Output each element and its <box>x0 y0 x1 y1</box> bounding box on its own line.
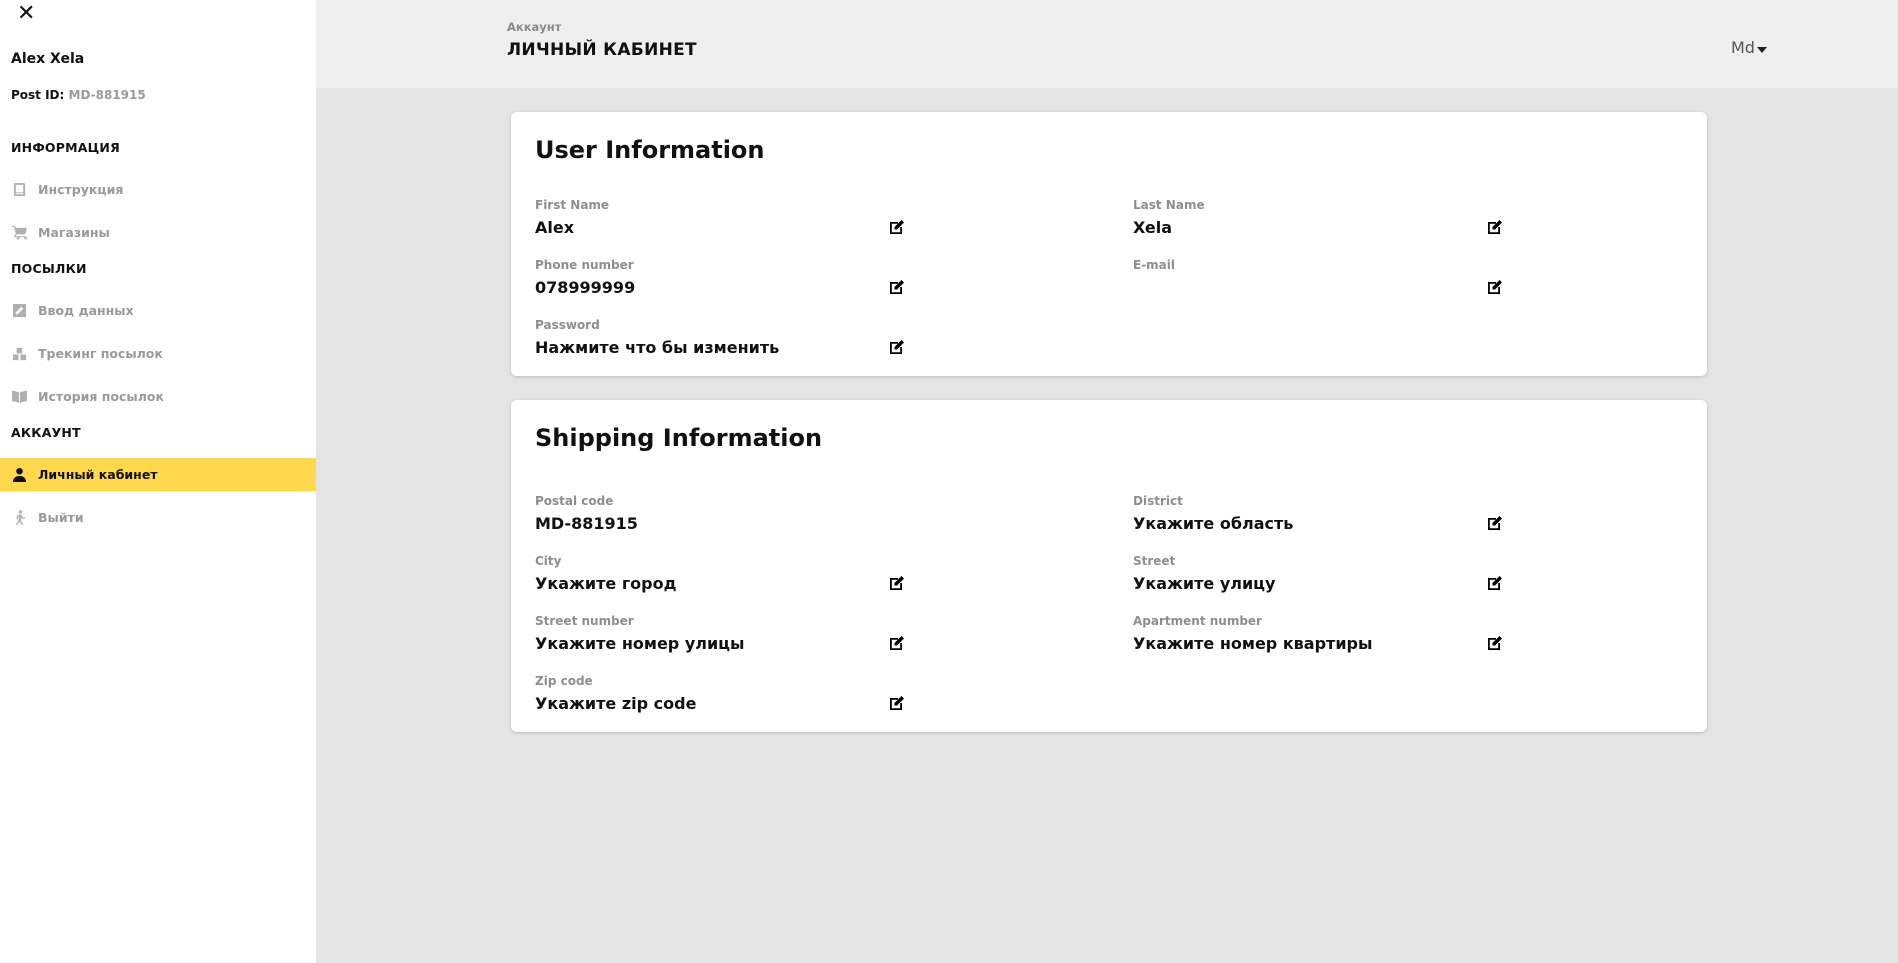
field-label: Postal code <box>535 494 614 508</box>
edit-icon[interactable] <box>1487 279 1503 295</box>
edit-icon[interactable] <box>1487 515 1503 531</box>
sidebar-item-label: Инструкция <box>38 182 124 197</box>
field-label: City <box>535 554 562 568</box>
field-password: Password Нажмите что бы изменить <box>535 318 925 358</box>
sidebar: ✕ Alex Xela Post ID: MD-881915 ИНФОРМАЦИ… <box>0 0 316 963</box>
field-label: Street <box>1133 554 1176 568</box>
sidebar-item-shops[interactable]: Магазины <box>0 216 316 249</box>
field-postal-code: Postal code MD-881915 <box>535 494 925 534</box>
walk-icon <box>11 510 27 526</box>
field-value: 078999999 <box>535 278 636 297</box>
field-phone: Phone number 078999999 <box>535 258 925 298</box>
field-city: City Укажите город <box>535 554 925 594</box>
sidebar-item-label: Выйти <box>38 510 84 525</box>
field-street-number: Street number Укажите номер улицы <box>535 614 925 654</box>
edit-icon <box>11 303 27 319</box>
sidebar-item-account[interactable]: Личный кабинет <box>0 458 316 491</box>
shipping-information-card: Shipping Information Postal code MD-8819… <box>511 400 1707 732</box>
section-title-info: ИНФОРМАЦИЯ <box>11 140 120 155</box>
book-icon <box>11 182 27 198</box>
post-id: Post ID: MD-881915 <box>11 88 146 102</box>
edit-icon[interactable] <box>1487 575 1503 591</box>
field-email: E-mail <box>1133 258 1523 298</box>
sidebar-item-label: Личный кабинет <box>38 467 158 482</box>
field-label: Last Name <box>1133 198 1205 212</box>
card-title: Shipping Information <box>535 424 823 452</box>
field-value <box>1133 278 1523 298</box>
field-first-name: First Name Alex <box>535 198 925 238</box>
field-value: Укажите область <box>1133 514 1294 533</box>
post-id-label: Post ID: <box>11 88 65 102</box>
field-value: Укажите zip code <box>535 694 697 713</box>
sidebar-item-instructions[interactable]: Инструкция <box>0 173 316 206</box>
field-label: Zip code <box>535 674 593 688</box>
sidebar-item-label: Трекинг посылок <box>38 346 163 361</box>
sidebar-item-label: Магазины <box>38 225 110 240</box>
field-label: First Name <box>535 198 610 212</box>
section-title-account: АККАУНТ <box>11 425 81 440</box>
edit-icon[interactable] <box>889 219 905 235</box>
page-title: ЛИЧНЫЙ КАБИНЕТ <box>507 40 697 60</box>
boxes-icon <box>11 346 27 362</box>
open-book-icon <box>11 389 27 405</box>
field-label: Street number <box>535 614 634 628</box>
field-value: Укажите улицу <box>1133 574 1276 593</box>
field-label: District <box>1133 494 1183 508</box>
sidebar-item-data-entry[interactable]: Ввод данных <box>0 294 316 327</box>
close-icon[interactable]: ✕ <box>17 2 39 26</box>
edit-icon[interactable] <box>889 279 905 295</box>
field-label: Phone number <box>535 258 634 272</box>
user-information-card: User Information First Name Alex Last Na… <box>511 112 1707 376</box>
post-id-value: MD-881915 <box>68 88 146 102</box>
sidebar-item-history[interactable]: История посылок <box>0 380 316 413</box>
page-header: Аккаунт ЛИЧНЫЙ КАБИНЕТ Md <box>316 0 1898 88</box>
field-label: Apartment number <box>1133 614 1262 628</box>
field-value: Alex <box>535 218 575 237</box>
sidebar-item-label: История посылок <box>38 389 164 404</box>
field-zip-code: Zip code Укажите zip code <box>535 674 925 714</box>
field-district: District Укажите область <box>1133 494 1523 534</box>
card-title: User Information <box>535 136 765 164</box>
field-value: MD-881915 <box>535 514 638 533</box>
edit-icon[interactable] <box>889 339 905 355</box>
sidebar-item-tracking[interactable]: Трекинг посылок <box>0 337 316 370</box>
edit-icon[interactable] <box>889 695 905 711</box>
field-value: Укажите номер квартиры <box>1133 634 1373 653</box>
sidebar-item-logout[interactable]: Выйти <box>0 501 316 534</box>
user-name: Alex Xela <box>11 51 85 67</box>
sidebar-item-label: Ввод данных <box>38 303 134 318</box>
edit-icon[interactable] <box>1487 219 1503 235</box>
field-apartment-number: Apartment number Укажите номер квартиры <box>1133 614 1523 654</box>
field-value: Xela <box>1133 218 1173 237</box>
field-last-name: Last Name Xela <box>1133 198 1523 238</box>
edit-icon[interactable] <box>889 635 905 651</box>
field-value: Нажмите что бы изменить <box>535 338 780 357</box>
field-street: Street Укажите улицу <box>1133 554 1523 594</box>
edit-icon[interactable] <box>889 575 905 591</box>
language-value: Md <box>1731 38 1755 57</box>
field-label: Password <box>535 318 600 332</box>
field-value: Укажите город <box>535 574 677 593</box>
field-value: Укажите номер улицы <box>535 634 745 653</box>
cart-icon <box>11 225 27 241</box>
edit-icon[interactable] <box>1487 635 1503 651</box>
chevron-down-icon <box>1756 46 1767 53</box>
user-icon <box>11 467 27 483</box>
breadcrumb[interactable]: Аккаунт <box>507 20 561 34</box>
section-title-parcels: ПОСЫЛКИ <box>11 261 87 276</box>
field-label: E-mail <box>1133 258 1176 272</box>
language-dropdown[interactable]: Md <box>1731 38 1767 57</box>
